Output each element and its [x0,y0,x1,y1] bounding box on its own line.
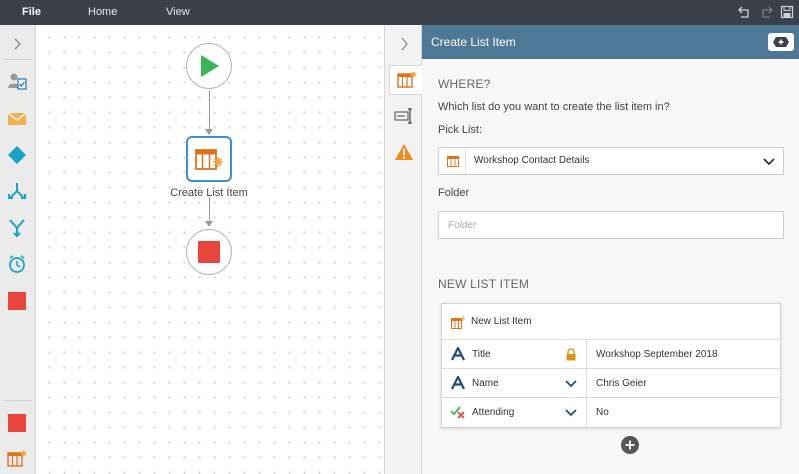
yes-no-field-icon [450,404,466,420]
branch-icon[interactable] [6,180,28,202]
new-list-item-section-title: NEW LIST ITEM [438,277,530,291]
new-list-item-label: New List Item [471,316,532,327]
pick-list-value: Workshop Contact Details [474,155,590,166]
table-row: Name Chris Geier [442,369,780,398]
panel-tabs [384,25,423,474]
pick-list-select[interactable]: Workshop Contact Details [438,147,784,175]
field-name: Name [472,378,499,389]
save-icon[interactable] [780,5,794,19]
field-name: Title [472,349,491,360]
chevron-down-icon[interactable] [564,405,578,419]
panel-title: Create List Item [431,35,516,49]
assign-task-icon[interactable] [6,70,28,92]
stop-icon [198,241,220,263]
field-name: Attending [472,407,515,418]
tab-action-configuration[interactable] [389,65,423,95]
collapse-panel-icon[interactable] [389,29,419,59]
create-list-item-icon [451,316,466,332]
stop-icon[interactable] [6,412,28,434]
text-field-icon [450,375,466,391]
menu-home[interactable]: Home [88,0,117,25]
email-icon[interactable] [6,108,28,130]
field-value[interactable]: Workshop September 2018 [596,340,718,369]
table-row: Title Workshop September 2018 [442,340,780,369]
configuration-panel: Create List Item WHERE? Which list do yo… [422,25,799,474]
table-row: Attending No [442,398,780,427]
workflow-canvas[interactable]: Create List Item [37,25,383,474]
list-icon [447,156,459,170]
play-icon [201,55,219,77]
expand-toolbox-icon[interactable] [6,33,28,55]
where-question: Which list do you want to create the lis… [438,101,670,113]
new-list-item-table: New List Item Title Workshop September 2… [441,303,781,428]
menu-bar: File Home View [0,0,799,25]
chevron-down-icon[interactable] [763,155,775,170]
add-field-button[interactable] [621,436,639,454]
redo-icon[interactable] [759,5,773,19]
field-value[interactable]: Chris Geier [596,369,647,398]
folder-input[interactable] [438,211,784,239]
new-list-item-header: New List Item [442,304,780,340]
variables-icon [773,37,789,47]
create-list-item-icon [195,149,223,170]
create-list-item-icon [396,71,416,88]
undo-icon[interactable] [738,5,752,19]
folder-label: Folder [438,187,470,199]
create-list-item-action[interactable] [186,136,232,182]
warning-icon [395,144,413,160]
menu-view[interactable]: View [166,0,190,25]
plus-icon [625,440,635,450]
merge-icon[interactable] [6,217,28,239]
start-node[interactable] [186,43,232,89]
label-field-icon [394,108,412,124]
panel-header: Create List Item [422,25,799,59]
panel-help-button[interactable] [768,33,794,51]
where-section-title: WHERE? [438,77,491,91]
condition-icon[interactable] [6,144,28,166]
text-field-icon [450,346,466,362]
lock-icon[interactable] [564,347,578,361]
end-node[interactable] [186,229,232,275]
menu-file[interactable]: File [22,0,41,25]
tab-labels[interactable] [389,101,419,131]
tab-errors[interactable] [389,137,419,167]
pick-list-label: Pick List: [438,124,483,136]
toolbox [0,25,36,474]
timer-icon[interactable] [6,253,28,275]
stop-icon[interactable] [6,290,28,312]
field-value[interactable]: No [596,398,609,427]
create-list-item-icon[interactable] [6,448,28,470]
chevron-down-icon[interactable] [564,376,578,390]
